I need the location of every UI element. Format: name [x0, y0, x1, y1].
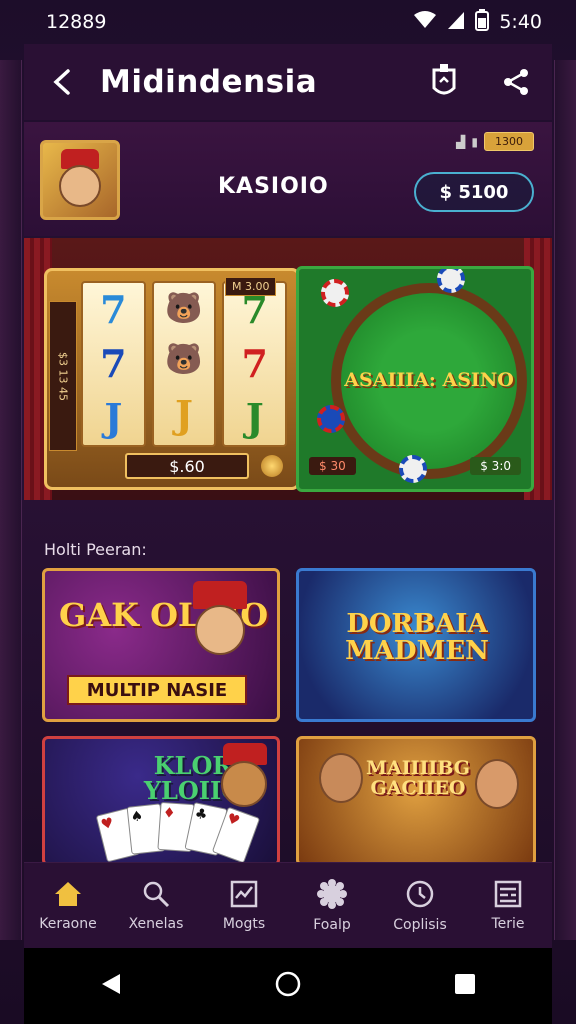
nav-item-home[interactable]: Keraone	[24, 863, 112, 948]
clock-icon	[406, 880, 434, 907]
bottom-navigation: Keraone Xenelas Mogts Foalp Coplisis Ter…	[24, 862, 552, 948]
coin-badge: 1300	[484, 132, 534, 151]
shield-button[interactable]	[408, 44, 480, 120]
signal-small-icon: ▟	[456, 134, 466, 149]
nav-label: Coplisis	[393, 916, 447, 933]
slot-reels: 7 7 J 🐻 🐻 J 7 7 J	[81, 281, 288, 447]
previous-screen-edge[interactable]	[0, 60, 22, 940]
section-heading: Holti Peeran:	[44, 540, 147, 559]
table-bet-right[interactable]: $ 3:0	[470, 457, 521, 475]
gear-icon	[317, 878, 347, 909]
square-recents-icon	[455, 974, 475, 994]
game-card[interactable]: KLOR YLOIIO ♥ ♠ ♦ ♣ ♥	[42, 736, 280, 866]
slot-machine[interactable]: $3 13 45 7 7 J 🐻 🐻 J 7 7 J M 3.00 $.60	[44, 268, 300, 490]
face-shape	[195, 605, 245, 655]
roulette-table[interactable]: ASAIIIA: ASINO $ 30 $ 3:0	[296, 266, 534, 492]
face-shape	[59, 165, 101, 207]
balance-button[interactable]: $ 5100	[414, 172, 534, 212]
nav-item-history[interactable]: Coplisis	[376, 863, 464, 948]
nav-label: Mogts	[222, 915, 266, 932]
system-navigation	[24, 948, 552, 1024]
reel-symbol: 🐻	[165, 290, 203, 326]
status-time-right: 5:40	[499, 11, 542, 33]
reel-symbol: J	[245, 395, 264, 440]
triangle-back-icon	[102, 974, 120, 994]
nav-label: Foalp	[313, 916, 351, 933]
featured-banner[interactable]: $3 13 45 7 7 J 🐻 🐻 J 7 7 J M 3.00 $.60 A…	[24, 238, 552, 500]
brand-name: KASIOIO	[218, 174, 329, 199]
status-time-left: 12889	[46, 11, 107, 33]
nav-item-charts[interactable]: Mogts	[200, 863, 288, 948]
chip-icon	[317, 405, 345, 433]
game-card[interactable]: DORBAIA MADMEN	[296, 568, 536, 722]
nav-item-table[interactable]: Terie	[464, 863, 552, 948]
slot-bet-display[interactable]: $.60	[125, 453, 249, 479]
system-recents-button[interactable]	[454, 973, 476, 999]
status-bar: 12889 5:40	[24, 0, 552, 44]
nav-label: Xenelas	[128, 915, 184, 932]
table-icon	[494, 880, 522, 907]
slot-top-label: M 3.00	[225, 277, 277, 296]
nav-label: Keraone	[39, 915, 97, 932]
chip-icon	[437, 269, 465, 293]
table-bet-left[interactable]: $ 30	[309, 457, 356, 475]
chip-icon	[321, 279, 349, 307]
game-card[interactable]: MAIIIIBG GACIIEO	[296, 736, 536, 866]
reel-symbol: J	[104, 395, 123, 440]
reel-symbol: 🐻	[165, 341, 203, 377]
game-subtitle-bar: MULTIP NASIE	[67, 675, 247, 705]
wifi-icon	[413, 10, 437, 35]
coin-icon[interactable]	[261, 455, 283, 477]
chart-icon	[230, 880, 258, 907]
battery-icon	[475, 8, 490, 36]
game-card[interactable]: GAK OLAIO MULTIP NASIE	[42, 568, 280, 722]
nav-item-search[interactable]: Xenelas	[112, 863, 200, 948]
page-title: Midindensia	[100, 64, 318, 100]
system-back-button[interactable]	[100, 972, 122, 1000]
search-icon	[143, 881, 170, 907]
face-shape	[221, 761, 267, 807]
reel-2: 🐻 🐻 J	[151, 281, 217, 447]
reel-3: 7 7 J	[222, 281, 288, 447]
table-ring: ASAIIIA: ASINO	[331, 283, 527, 479]
home-icon	[55, 881, 81, 906]
game-title: MAIIIIBG GACIIEO	[366, 757, 470, 799]
slot-side-panel: $3 13 45	[49, 301, 77, 451]
system-home-button[interactable]	[274, 970, 302, 1002]
back-button[interactable]	[24, 44, 100, 120]
card-small-icon: ▮	[471, 134, 478, 149]
table-title: ASAIIIA: ASINO	[344, 369, 514, 392]
reel-1: 7 7 J	[81, 281, 146, 447]
reel-symbol: 7	[241, 287, 268, 332]
nav-label: Terie	[491, 915, 525, 932]
shield-icon	[432, 64, 456, 95]
reel-symbol: J	[175, 392, 193, 438]
nav-item-settings[interactable]: Foalp	[288, 863, 376, 948]
circle-home-icon	[275, 971, 301, 997]
casino-header: KASIOIO ▟ ▮ 1300 $ 5100	[24, 122, 552, 236]
slot-side-label: $3 13 45	[56, 351, 70, 401]
game-title: DORBAIA MADMEN	[345, 609, 489, 667]
app-bar: Midindensia	[24, 44, 552, 120]
face-shape	[475, 759, 519, 809]
reel-symbol: 7	[100, 287, 127, 332]
share-icon	[504, 69, 528, 95]
games-section: Holti Peeran: GAK OLAIO MULTIP NASIE DOR…	[24, 520, 552, 866]
mini-status: ▟ ▮ 1300	[456, 132, 534, 151]
back-arrow-icon	[53, 69, 70, 95]
share-button[interactable]	[480, 44, 552, 120]
reel-symbol: 7	[241, 341, 268, 386]
phone-screen: 12889 5:40 Midindensia KASIOIO ▟ ▮ 1300 …	[0, 0, 576, 1024]
next-screen-edge[interactable]	[554, 60, 576, 940]
signal-icon	[447, 10, 465, 35]
chip-icon	[399, 455, 427, 483]
reel-symbol: 7	[100, 341, 127, 386]
avatar[interactable]	[40, 140, 120, 220]
